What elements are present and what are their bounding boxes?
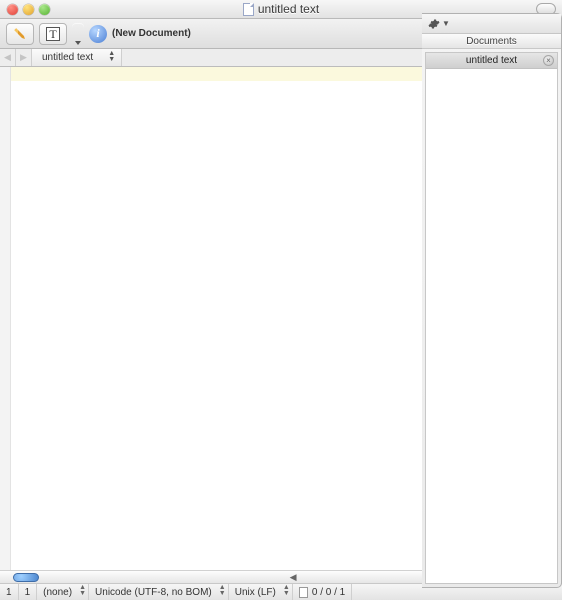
drawer-header: Documents [422, 34, 561, 49]
scroll-left-icon[interactable]: ◀ [286, 572, 301, 583]
info-button[interactable]: i [89, 25, 107, 43]
info-icon: i [96, 26, 99, 41]
text-mode-menu-button[interactable] [72, 23, 84, 45]
tab-stepper-icon: ▲▼ [108, 51, 115, 63]
text-mode-button[interactable]: T [39, 23, 67, 45]
chevron-down-icon [75, 41, 81, 45]
edit-tool-button[interactable] [6, 23, 34, 45]
minimize-window-button[interactable] [23, 4, 34, 15]
status-position[interactable]: 0 / 0 / 1 [293, 584, 352, 600]
drawer-document-label: untitled text [466, 55, 517, 66]
status-position-label: 0 / 0 / 1 [312, 587, 345, 598]
document-subtitle: (New Document) [112, 28, 191, 39]
close-document-button[interactable]: × [543, 55, 554, 66]
page-icon [299, 587, 308, 598]
documents-drawer: ▼ Documents untitled text × [422, 13, 562, 588]
tab-label: untitled text [42, 52, 93, 63]
status-lineendings-label: Unix (LF) [235, 587, 276, 598]
tab-history-back[interactable]: ◀ [0, 49, 16, 66]
stepper-icon: ▲▼ [79, 585, 86, 597]
status-language-selector[interactable]: (none) ▲▼ [37, 584, 89, 600]
tab-document[interactable]: untitled text ▲▼ [32, 49, 122, 66]
stepper-icon: ▲▼ [283, 585, 290, 597]
status-language-label: (none) [43, 587, 72, 598]
document-icon [243, 3, 254, 16]
gear-icon [428, 18, 440, 30]
status-line-number[interactable]: 1 [0, 584, 19, 600]
chevron-down-icon: ▼ [442, 19, 450, 28]
drawer-document-item[interactable]: untitled text × [426, 53, 557, 69]
scrollbar-thumb[interactable] [13, 573, 39, 582]
close-window-button[interactable] [7, 4, 18, 15]
status-encoding-selector[interactable]: Unicode (UTF-8, no BOM) ▲▼ [89, 584, 229, 600]
stepper-icon: ▲▼ [219, 585, 226, 597]
status-line-endings-selector[interactable]: Unix (LF) ▲▼ [229, 584, 293, 600]
drawer-document-list: untitled text × [425, 52, 558, 584]
window-title-text: untitled text [258, 2, 319, 16]
status-column-number[interactable]: 1 [19, 584, 38, 600]
traffic-lights [0, 4, 50, 15]
status-encoding-label: Unicode (UTF-8, no BOM) [95, 587, 212, 598]
line-number-gutter[interactable] [0, 67, 11, 583]
tab-history-forward[interactable]: ▶ [16, 49, 32, 66]
drawer-gear-menu[interactable]: ▼ [428, 18, 450, 30]
drawer-toolbar: ▼ [422, 14, 561, 34]
pencil-icon [10, 24, 30, 44]
text-icon: T [46, 27, 59, 41]
zoom-window-button[interactable] [39, 4, 50, 15]
